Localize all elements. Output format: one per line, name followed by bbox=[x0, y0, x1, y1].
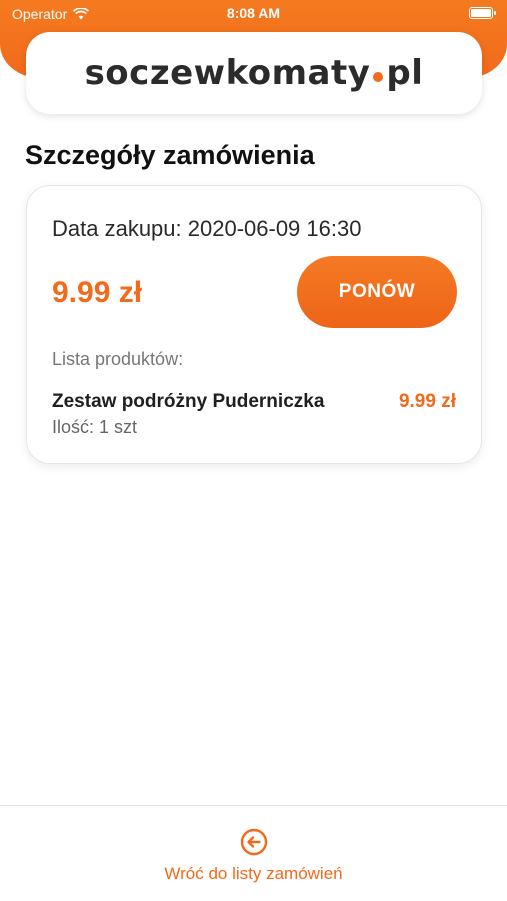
page-title: Szczegóły zamówienia bbox=[25, 140, 315, 170]
order-details-card: Data zakupu: 2020-06-09 16:30 9.99 zł PO… bbox=[26, 185, 482, 464]
logo-main-text: soczewkomaty bbox=[84, 53, 371, 93]
logo-card: soczewkomaty pl bbox=[26, 32, 482, 114]
bottom-bar: Wróć do listy zamówień bbox=[0, 805, 507, 901]
product-name: Zestaw podróżny Puderniczka bbox=[52, 391, 325, 412]
products-list-label: Lista produktów: bbox=[52, 349, 184, 369]
brand-logo: soczewkomaty pl bbox=[85, 53, 424, 93]
back-to-orders-link[interactable]: Wróć do listy zamówień bbox=[0, 828, 507, 884]
back-to-orders-label[interactable]: Wróć do listy zamówień bbox=[164, 864, 342, 884]
product-quantity: Ilość: 1 szt bbox=[52, 417, 138, 437]
order-total: 9.99 zł bbox=[52, 276, 143, 309]
status-bar: Operator 8:08 AM bbox=[0, 0, 507, 28]
status-time: 8:08 AM bbox=[226, 5, 281, 21]
arrow-left-circle-icon[interactable] bbox=[240, 828, 268, 856]
battery-icon bbox=[469, 7, 496, 19]
purchase-date: Data zakupu: 2020-06-09 16:30 bbox=[52, 216, 362, 241]
logo-dot bbox=[373, 72, 384, 82]
reorder-button[interactable]: PONÓW bbox=[297, 256, 457, 328]
logo-suffix-text: pl bbox=[386, 53, 424, 93]
product-price: 9.99 zł bbox=[398, 391, 456, 412]
